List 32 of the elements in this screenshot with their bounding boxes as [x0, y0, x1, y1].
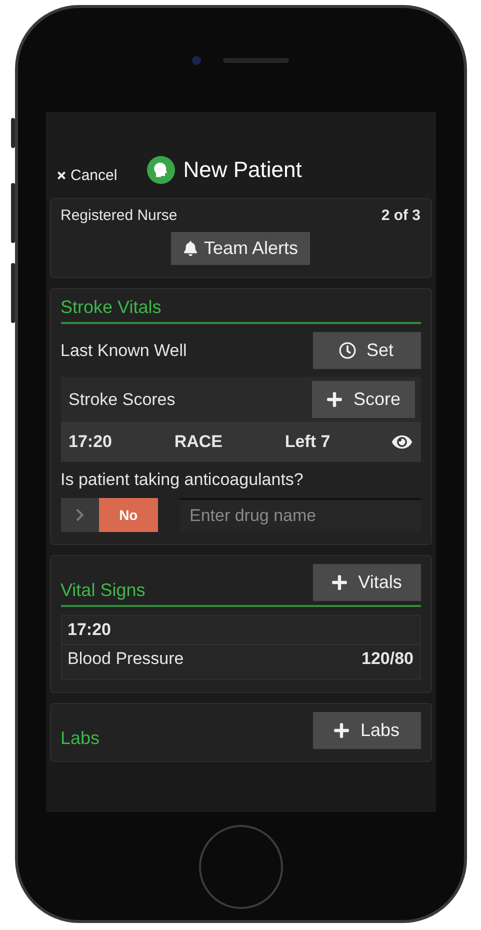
vitals-time: 17:20	[68, 620, 111, 640]
camera-icon	[192, 56, 201, 64]
team-count: 2 of 3	[381, 207, 420, 224]
score-result: Left 7	[284, 432, 330, 452]
vitals-value: 120/80	[362, 649, 414, 669]
vitals-name: Blood Pressure	[68, 649, 184, 669]
score-scale: RACE	[174, 432, 222, 452]
plus-icon	[326, 391, 344, 408]
plus-icon	[331, 574, 348, 591]
stroke-scores-label: Stroke Scores	[68, 390, 176, 410]
last-known-well-label: Last Known Well	[60, 340, 187, 360]
add-score-button[interactable]: Score	[312, 381, 414, 418]
set-button[interactable]: Set	[312, 332, 420, 369]
cancel-button[interactable]: Cancel	[56, 167, 118, 184]
section-title: Stroke Vitals	[60, 297, 162, 318]
role-label: Registered Nurse	[60, 207, 178, 224]
section-title: Labs	[60, 728, 100, 749]
anticoagulant-question: Is patient taking anticoagulants?	[60, 470, 304, 490]
bell-icon	[182, 241, 198, 256]
plus-icon	[333, 722, 350, 739]
clock-icon	[339, 342, 356, 359]
speaker-icon	[223, 58, 289, 62]
add-labs-button[interactable]: Labs	[312, 712, 420, 749]
section-title: Vital Signs	[60, 580, 146, 601]
page-title: New Patient	[183, 157, 302, 183]
add-vitals-button[interactable]: Vitals	[312, 564, 420, 601]
close-icon	[56, 170, 66, 181]
drug-name-field[interactable]: Enter drug name	[180, 498, 420, 532]
head-logo-icon	[147, 156, 176, 184]
score-row[interactable]: 17:20 RACE Left 7	[60, 422, 420, 462]
score-time: 17:20	[68, 432, 112, 452]
team-alerts-button[interactable]: Team Alerts	[170, 232, 310, 265]
